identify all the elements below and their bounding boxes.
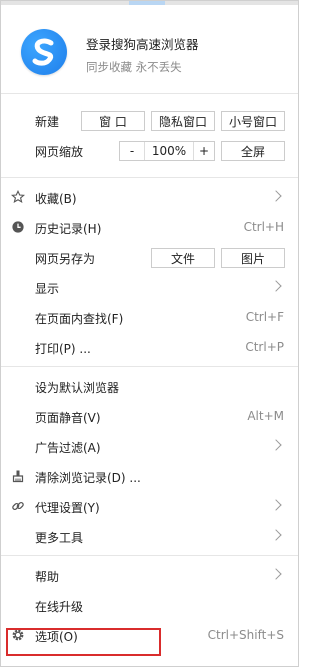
save-as-row: 网页另存为 文件 图片 <box>1 242 298 272</box>
login-section[interactable]: 登录搜狗高速浏览器 同步收藏 永不丢失 <box>1 5 298 93</box>
new-window-button[interactable]: 窗 口 <box>81 111 145 131</box>
broom-icon <box>12 470 24 483</box>
print-shortcut: Ctrl+P <box>245 340 284 354</box>
zoom-value: 100% <box>144 142 194 160</box>
chevron-right-icon <box>270 529 282 541</box>
chevron-right-icon <box>270 190 282 202</box>
zoom-control: - 100% + <box>119 141 215 161</box>
save-file-button[interactable]: 文件 <box>151 248 215 268</box>
menu-item-mute[interactable]: 页面静音(V) Alt+M <box>1 401 298 431</box>
menu-item-more-tools[interactable]: 更多工具 <box>1 521 298 551</box>
new-label: 新建 <box>35 115 60 129</box>
menu-item-history[interactable]: 历史记录(H) Ctrl+H <box>1 212 298 242</box>
save-as-label: 网页另存为 <box>35 252 96 266</box>
history-shortcut: Ctrl+H <box>243 220 284 234</box>
new-window-row: 新建 窗 口 隐私窗口 小号窗口 <box>1 105 298 135</box>
fullscreen-button[interactable]: 全屏 <box>221 141 285 161</box>
menu-item-print[interactable]: 打印(P) ... Ctrl+P <box>1 332 298 362</box>
menu-item-find[interactable]: 在页面内查找(F) Ctrl+F <box>1 302 298 332</box>
more-tools-label: 更多工具 <box>35 531 84 545</box>
login-title[interactable]: 登录搜狗高速浏览器 <box>86 34 199 53</box>
sogou-logo-icon <box>21 29 67 75</box>
upgrade-label: 在线升级 <box>35 600 84 614</box>
menu-item-proxy[interactable]: 代理设置(Y) <box>1 491 298 521</box>
proxy-label: 代理设置(Y) <box>35 501 100 515</box>
menu-item-clear-history[interactable]: 清除浏览记录(D) ... <box>1 461 298 491</box>
chevron-right-icon <box>270 439 282 451</box>
browser-main-menu: 登录搜狗高速浏览器 同步收藏 永不丢失 新建 窗 口 隐私窗口 小号窗口 网页缩… <box>0 0 299 667</box>
help-label: 帮助 <box>35 570 60 584</box>
star-icon <box>11 190 25 204</box>
history-label: 历史记录(H) <box>35 222 102 236</box>
ad-filter-label: 广告过滤(A) <box>35 441 101 455</box>
clock-icon <box>12 221 24 233</box>
find-label: 在页面内查找(F) <box>35 312 124 326</box>
zoom-label: 网页缩放 <box>35 145 84 159</box>
menu-item-default-browser[interactable]: 设为默认浏览器 <box>1 371 298 401</box>
options-highlight-box <box>6 628 161 656</box>
link-icon <box>12 501 24 511</box>
menu-item-upgrade[interactable]: 在线升级 <box>1 590 298 620</box>
menu-item-display[interactable]: 显示 <box>1 272 298 302</box>
menu-item-favorites[interactable]: 收藏(B) <box>1 182 298 212</box>
display-label: 显示 <box>35 282 60 296</box>
default-browser-label: 设为默认浏览器 <box>35 381 120 395</box>
options-shortcut: Ctrl+Shift+S <box>207 628 284 642</box>
clear-history-label: 清除浏览记录(D) ... <box>35 471 141 485</box>
chevron-right-icon <box>270 499 282 511</box>
zoom-in-button[interactable]: + <box>192 142 216 160</box>
private-window-button[interactable]: 隐私窗口 <box>151 111 215 131</box>
mute-shortcut: Alt+M <box>247 409 284 423</box>
find-shortcut: Ctrl+F <box>245 310 284 324</box>
small-window-button[interactable]: 小号窗口 <box>221 111 285 131</box>
save-image-button[interactable]: 图片 <box>221 248 285 268</box>
print-label: 打印(P) ... <box>35 342 91 356</box>
favorites-label: 收藏(B) <box>35 192 77 206</box>
zoom-row: 网页缩放 - 100% + 全屏 <box>1 135 298 165</box>
chevron-right-icon <box>270 280 282 292</box>
login-subtitle: 同步收藏 永不丢失 <box>86 60 182 74</box>
menu-item-ad-filter[interactable]: 广告过滤(A) <box>1 431 298 461</box>
mute-label: 页面静音(V) <box>35 411 101 425</box>
zoom-out-button[interactable]: - <box>120 142 144 160</box>
chevron-right-icon <box>270 568 282 580</box>
menu-item-help[interactable]: 帮助 <box>1 560 298 590</box>
